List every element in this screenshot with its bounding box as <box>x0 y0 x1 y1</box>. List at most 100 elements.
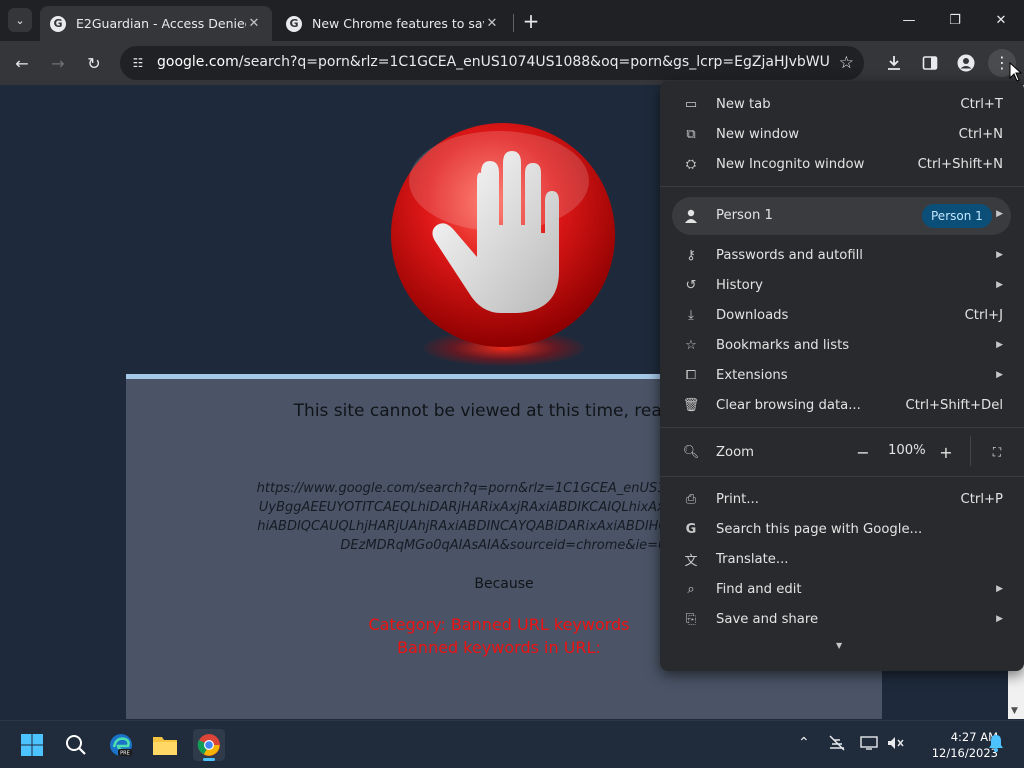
menu-label: New tab <box>716 96 771 112</box>
address-bar[interactable]: ☷ google.com/search?q=porn&rlz=1C1GCEA_e… <box>120 46 864 80</box>
start-button[interactable] <box>16 729 48 761</box>
chevron-right-icon: ▶ <box>996 340 1003 350</box>
search-icon <box>66 735 86 755</box>
folder-icon <box>153 737 177 755</box>
zoom-out-button[interactable]: − <box>850 439 876 465</box>
chevron-right-icon: ▶ <box>996 280 1003 290</box>
menu-history[interactable]: ↺ History ▶ <box>660 270 1024 300</box>
site-info-icon[interactable]: ☷ <box>130 55 146 71</box>
menu-label: History <box>716 277 763 293</box>
zoom-divider <box>970 436 971 466</box>
chrome-icon <box>197 734 220 756</box>
url-text[interactable]: google.com/search?q=porn&rlz=1C1GCEA_enU… <box>157 54 829 70</box>
tab-e2guardian[interactable]: G E2Guardian - Access Denied ✕ <box>40 6 272 41</box>
file-explorer-button[interactable] <box>149 729 181 761</box>
menu-new-window[interactable]: ⧉ New window Ctrl+N <box>660 119 1024 149</box>
menu-more-chevron-icon[interactable]: ▼ <box>836 641 842 650</box>
zoom-in-button[interactable]: + <box>933 439 959 465</box>
menu-new-tab[interactable]: ▭ New tab Ctrl+T <box>660 89 1024 119</box>
menu-label: Passwords and autofill <box>716 247 863 263</box>
minimize-button[interactable]: — <box>897 8 921 32</box>
side-panel-icon <box>922 56 938 70</box>
profile-button[interactable] <box>952 49 980 77</box>
menu-incognito[interactable]: ⛭ New Incognito window Ctrl+Shift+N <box>660 149 1024 179</box>
minimize-icon: — <box>902 12 916 28</box>
fullscreen-icon: ⛶ <box>992 444 1002 459</box>
network-offline-icon[interactable] <box>828 735 846 755</box>
menu-shortcut: Ctrl+P <box>960 491 1003 507</box>
menu-divider <box>660 476 1024 477</box>
profile-badge: Person 1 <box>922 204 992 228</box>
close-icon: ✕ <box>995 12 1007 28</box>
menu-downloads[interactable]: ⤓ Downloads Ctrl+J <box>660 300 1024 330</box>
reload-button[interactable]: ↻ <box>80 49 108 77</box>
menu-extensions[interactable]: ⧠ Extensions ▶ <box>660 360 1024 390</box>
tray-chevron-up-icon[interactable]: ⌃ <box>798 735 810 751</box>
url-domain: google.com <box>157 54 239 70</box>
fullscreen-button[interactable]: ⛶ <box>984 439 1010 465</box>
menu-label: Clear browsing data... <box>716 397 861 413</box>
clock-date: 12/16/2023 <box>931 746 998 760</box>
taskbar: PRE ⌃ 4:27 AM 12/16/2023 <box>0 720 1024 768</box>
edge-beta-button[interactable]: PRE <box>105 729 137 761</box>
person-icon <box>682 207 700 225</box>
key-icon: ⚷ <box>686 247 696 263</box>
search-button[interactable] <box>60 729 92 761</box>
minus-icon: − <box>856 442 870 462</box>
scroll-down-arrow-icon[interactable]: ▼ <box>1011 706 1018 716</box>
menu-label: New Incognito window <box>716 156 865 172</box>
chrome-taskbar-button[interactable] <box>193 729 225 761</box>
menu-find-edit[interactable]: ⌕ Find and edit ▶ <box>660 574 1024 604</box>
close-window-button[interactable]: ✕ <box>989 8 1013 32</box>
menu-label: Bookmarks and lists <box>716 337 850 353</box>
incognito-icon: ⛭ <box>685 156 697 172</box>
chevron-right-icon: ▶ <box>996 584 1003 594</box>
trash-icon: 🗑 <box>682 397 700 413</box>
stop-hand-icon <box>391 123 615 347</box>
google-icon: G <box>685 521 697 537</box>
tab-search-button[interactable]: ⌄ <box>8 8 32 32</box>
notification-bell-icon[interactable] <box>988 734 1004 756</box>
svg-text:PRE: PRE <box>120 751 130 757</box>
menu-search-google[interactable]: G Search this page with Google... <box>660 514 1024 544</box>
edge-icon: PRE <box>110 734 132 757</box>
chevron-right-icon: ▶ <box>996 614 1003 624</box>
menu-translate[interactable]: 文 Translate... <box>660 544 1024 574</box>
menu-person[interactable]: Person 1 Person 1 ▶ <box>672 197 1011 235</box>
forward-button[interactable]: → <box>44 49 72 77</box>
restore-button[interactable]: ❐ <box>943 8 967 32</box>
back-button[interactable]: ← <box>8 49 36 77</box>
menu-label: Save and share <box>716 611 819 627</box>
side-panel-button[interactable] <box>916 49 944 77</box>
menu-print[interactable]: ⎙ Print... Ctrl+P <box>660 484 1024 514</box>
chevron-right-icon: ▶ <box>996 209 1003 219</box>
menu-bookmarks[interactable]: ☆ Bookmarks and lists ▶ <box>660 330 1024 360</box>
menu-label: Zoom <box>716 444 755 460</box>
menu-save-share[interactable]: ⎘ Save and share ▶ <box>660 604 1024 634</box>
chevron-right-icon: ▶ <box>996 370 1003 380</box>
tab-chrome-features[interactable]: G New Chrome features to save b ✕ <box>276 6 510 41</box>
download-icon <box>888 56 900 70</box>
save-share-icon: ⎘ <box>685 611 697 627</box>
system-clock[interactable]: 4:27 AM 12/16/2023 <box>904 729 998 761</box>
new-tab-button[interactable]: + <box>520 9 542 33</box>
menu-label: Print... <box>716 491 759 507</box>
tab-close-icon[interactable]: ✕ <box>484 16 500 32</box>
menu-shortcut: Ctrl+Shift+N <box>917 156 1003 172</box>
downloads-button[interactable] <box>880 49 908 77</box>
menu-shortcut: Ctrl+J <box>964 307 1003 323</box>
display-icon[interactable] <box>860 735 878 755</box>
menu-shortcut: Ctrl+N <box>958 126 1003 142</box>
person-icon <box>957 54 975 72</box>
menu-label: New window <box>716 126 799 142</box>
menu-clear-data[interactable]: 🗑 Clear browsing data... Ctrl+Shift+Del <box>660 390 1024 420</box>
tab-close-icon[interactable]: ✕ <box>246 16 262 32</box>
google-favicon-icon: G <box>50 15 66 32</box>
extensions-icon: ⧠ <box>685 367 697 383</box>
tab-title: New Chrome features to save b <box>312 16 484 31</box>
windows-logo-icon <box>21 734 43 756</box>
volume-muted-icon[interactable] <box>886 735 904 755</box>
menu-passwords[interactable]: ⚷ Passwords and autofill ▶ <box>660 240 1024 270</box>
menu-divider <box>660 186 1024 187</box>
bookmark-star-icon[interactable]: ☆ <box>839 53 854 73</box>
